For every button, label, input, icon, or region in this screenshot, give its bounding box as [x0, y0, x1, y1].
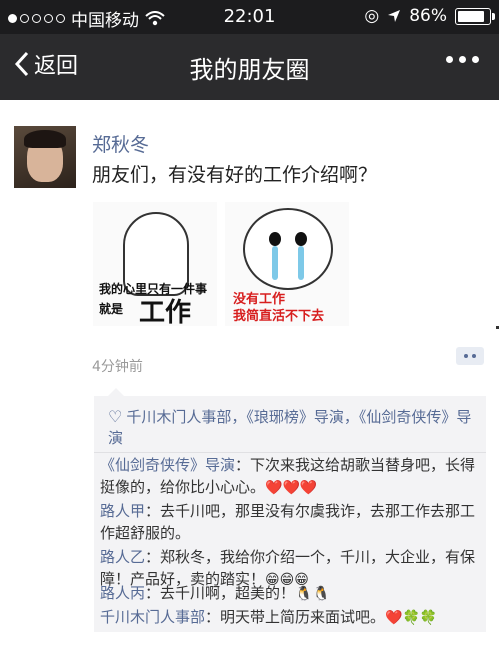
comment-text: ：明天带上简历来面试吧。	[205, 608, 386, 626]
comment-author[interactable]: 路人丙	[100, 584, 145, 602]
image-1-caption-big: 工作	[139, 298, 192, 326]
comment-row[interactable]: 千川木门人事部：明天带上简历来面试吧。❤️🍀🍀	[100, 606, 478, 629]
comment-row[interactable]: 路人甲：去千川吧，那里没有尔虞我诈，去那工作去那工作超舒服的。	[100, 500, 478, 544]
post-time: 4分钟前	[92, 359, 143, 375]
battery-percent: 86%	[409, 6, 447, 26]
comment-author[interactable]: 路人甲	[100, 502, 145, 520]
penguin-emoji-icon: 🐧🐧	[295, 586, 330, 602]
post-author[interactable]: 郑秋冬	[92, 130, 149, 157]
image-2-caption-line2: 我简直活不下去	[233, 309, 325, 324]
likes-list: ♡ 千川木门人事部，《琅琊榜》导演，《仙剑奇侠传》导演	[108, 406, 480, 449]
clover-emoji-icon: ❤️🍀🍀	[385, 610, 438, 626]
comment-text: ：去千川吧，那里没有尔虞我诈，去那工作去那工作超舒服的。	[100, 502, 476, 542]
more-icon[interactable]	[446, 56, 479, 63]
comment-action-button[interactable]	[456, 347, 484, 365]
avatar[interactable]	[14, 126, 76, 188]
comment-author[interactable]: 路人乙	[100, 548, 145, 566]
comment-row[interactable]: 《仙剑奇侠传》导演：下次来我这给胡歌当替身吧，长得挺像的，给你比小心心。❤️❤️…	[100, 454, 478, 499]
battery-icon	[455, 7, 495, 25]
location-icon	[388, 10, 401, 22]
comment-text: ：去千川啊，超美的！	[145, 584, 296, 602]
divider	[94, 452, 486, 453]
status-bar: 中国移动 22:01 ◎ 86%	[0, 0, 499, 34]
heart-emoji-icon: ❤️❤️❤️	[265, 480, 318, 496]
nav-bar: 返回 我的朋友圈	[0, 34, 499, 100]
rotation-lock-icon: ◎	[364, 6, 380, 26]
comment-author[interactable]: 《仙剑奇侠传》导演	[100, 456, 235, 474]
page-title: 我的朋友圈	[189, 56, 310, 84]
heart-icon: ♡	[108, 407, 123, 426]
image-1-caption-line2: 就是	[99, 302, 124, 316]
post-text: 朋友们，有没有好的工作介绍啊？	[92, 164, 378, 186]
post-image-2[interactable]: 没有工作 我简直活不下去	[225, 202, 349, 326]
likes-names[interactable]: 千川木门人事部，《琅琊榜》导演，《仙剑奇侠传》导演	[108, 408, 471, 447]
comment-author[interactable]: 千川木门人事部	[100, 608, 205, 626]
post-image-1[interactable]: 我的心里只有一件事 就是 工作	[93, 202, 217, 326]
comment-row[interactable]: 路人丙：去千川啊，超美的！🐧🐧	[100, 582, 478, 605]
comments-box: ♡ 千川木门人事部，《琅琊榜》导演，《仙剑奇侠传》导演 《仙剑奇侠传》导演：下次来…	[94, 388, 486, 632]
